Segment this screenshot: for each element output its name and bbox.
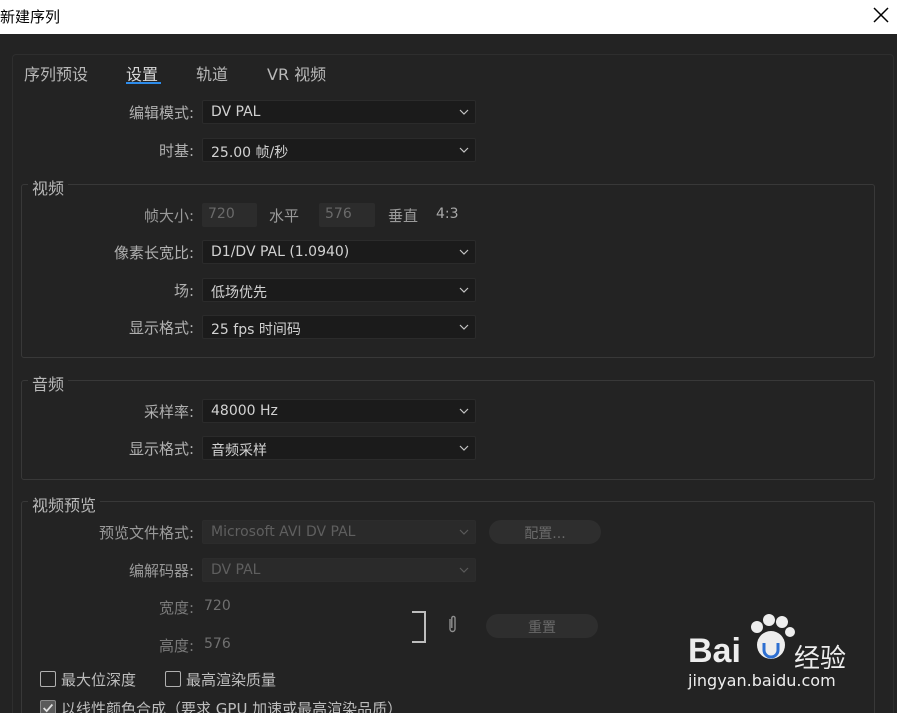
chevron-down-icon bbox=[459, 567, 469, 573]
field-order-select[interactable]: 低场优先 bbox=[202, 278, 476, 302]
pixel-aspect-select[interactable]: D1/DV PAL (1.0940) bbox=[202, 240, 476, 264]
preview-width-value: 720 bbox=[204, 598, 231, 614]
preview-file-format-label: 预览文件格式: bbox=[98, 524, 194, 542]
preview-file-format-value: Microsoft AVI DV PAL bbox=[211, 524, 356, 540]
pixel-aspect-value: D1/DV PAL (1.0940) bbox=[211, 244, 350, 260]
sample-rate-value: 48000 Hz bbox=[211, 403, 278, 419]
tab-tracks[interactable]: 轨道 bbox=[196, 61, 228, 85]
watermark-url: jingyan.baidu.com bbox=[688, 671, 836, 690]
timebase-label: 时基: bbox=[158, 142, 194, 160]
frame-height-field: 576 bbox=[319, 203, 375, 227]
audio-group bbox=[21, 380, 875, 480]
chevron-down-icon bbox=[459, 287, 469, 293]
watermark-text-bai: Bai bbox=[688, 632, 741, 670]
preview-width-label: 宽度: bbox=[158, 599, 194, 617]
horizontal-label: 水平 bbox=[269, 207, 300, 225]
tab-vr-video[interactable]: VR 视频 bbox=[267, 61, 326, 85]
checkmark-icon bbox=[43, 703, 54, 713]
preview-file-format-select: Microsoft AVI DV PAL bbox=[202, 520, 476, 544]
vertical-label: 垂直 bbox=[388, 207, 419, 225]
max-bit-depth-checkbox[interactable] bbox=[40, 671, 56, 687]
sample-rate-label: 采样率: bbox=[143, 403, 194, 421]
aspect-ratio: 4:3 bbox=[436, 206, 459, 222]
chevron-down-icon bbox=[459, 109, 469, 115]
audio-group-title: 音频 bbox=[28, 371, 69, 395]
edit-mode-value: DV PAL bbox=[211, 104, 261, 120]
codec-label: 编解码器: bbox=[128, 562, 194, 580]
video-display-format-select[interactable]: 25 fps 时间码 bbox=[202, 315, 476, 339]
audio-display-format-value: 音频采样 bbox=[211, 443, 267, 459]
linear-color-label: 以线性颜色合成（要求 GPU 加速或最高渲染品质） bbox=[61, 700, 403, 713]
link-bracket bbox=[412, 611, 426, 643]
field-order-label: 场: bbox=[173, 282, 194, 300]
linear-color-checkbox[interactable] bbox=[40, 700, 56, 713]
timebase-value: 25.00 帧/秒 bbox=[211, 145, 289, 161]
max-render-quality-label: 最高渲染质量 bbox=[186, 671, 277, 689]
audio-display-format-select[interactable]: 音频采样 bbox=[202, 436, 476, 460]
chevron-down-icon bbox=[459, 445, 469, 451]
edit-mode-label: 编辑模式: bbox=[128, 104, 194, 122]
window-title: 新建序列 bbox=[0, 8, 61, 26]
preview-height-value: 576 bbox=[204, 636, 231, 652]
field-order-value: 低场优先 bbox=[211, 285, 267, 301]
frame-width-field: 720 bbox=[202, 203, 257, 227]
frame-size-label: 帧大小: bbox=[143, 207, 194, 225]
paw-logo-icon bbox=[751, 614, 795, 659]
baidu-watermark: Bai 经验 jingyan.baidu.com bbox=[686, 612, 856, 697]
active-tab-indicator bbox=[126, 82, 161, 84]
title-bar: 新建序列 bbox=[0, 0, 897, 34]
link-icon[interactable] bbox=[446, 614, 458, 636]
video-display-format-value: 25 fps 时间码 bbox=[211, 322, 301, 338]
close-icon[interactable] bbox=[869, 3, 893, 27]
tab-sequence-presets[interactable]: 序列预设 bbox=[24, 61, 88, 85]
chevron-down-icon bbox=[459, 529, 469, 535]
max-bit-depth-label: 最大位深度 bbox=[61, 671, 137, 689]
timebase-select[interactable]: 25.00 帧/秒 bbox=[202, 138, 476, 162]
audio-display-format-label: 显示格式: bbox=[128, 440, 194, 458]
chevron-down-icon bbox=[459, 249, 469, 255]
preview-height-label: 高度: bbox=[158, 637, 194, 655]
configure-button: 配置... bbox=[489, 520, 601, 544]
chevron-down-icon bbox=[459, 408, 469, 414]
video-group-title: 视频 bbox=[28, 175, 69, 199]
video-display-format-label: 显示格式: bbox=[128, 319, 194, 337]
max-render-quality-checkbox[interactable] bbox=[165, 671, 181, 687]
watermark-text-jingyan: 经验 bbox=[794, 644, 847, 674]
codec-select: DV PAL bbox=[202, 558, 476, 582]
sample-rate-select[interactable]: 48000 Hz bbox=[202, 399, 476, 423]
chevron-down-icon bbox=[459, 324, 469, 330]
video-preview-group-title: 视频预览 bbox=[28, 492, 101, 516]
edit-mode-select[interactable]: DV PAL bbox=[202, 100, 476, 124]
pixel-aspect-label: 像素长宽比: bbox=[113, 244, 194, 262]
codec-value: DV PAL bbox=[211, 562, 261, 578]
reset-button: 重置 bbox=[486, 614, 598, 638]
chevron-down-icon bbox=[459, 147, 469, 153]
